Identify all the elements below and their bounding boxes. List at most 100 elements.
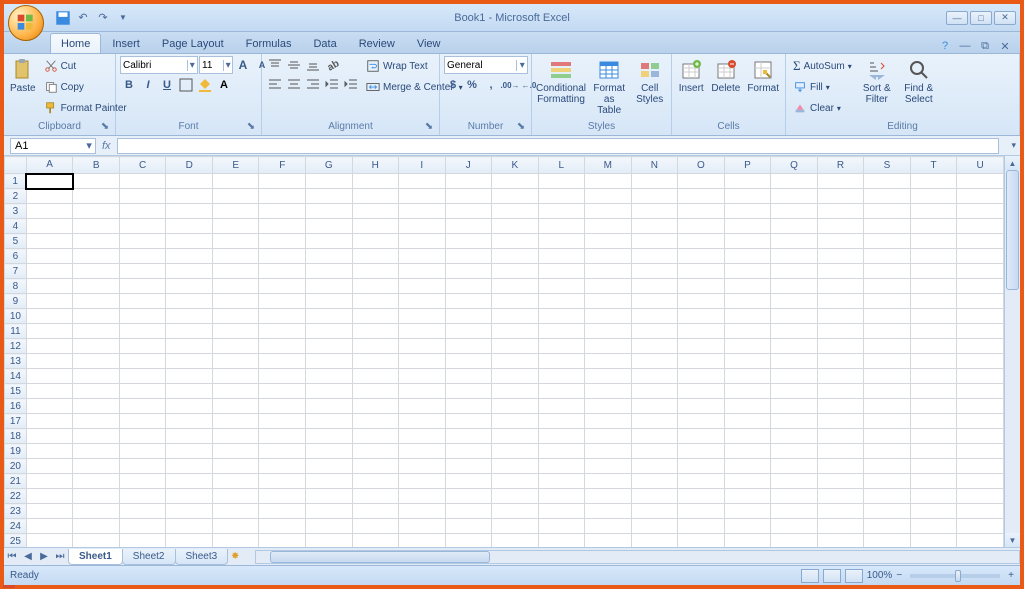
cell-L4[interactable] [538, 219, 585, 234]
cell-R23[interactable] [817, 504, 864, 519]
cell-Q7[interactable] [771, 264, 818, 279]
cell-P4[interactable] [724, 219, 771, 234]
cell-E25[interactable] [212, 534, 259, 548]
cell-G6[interactable] [306, 249, 353, 264]
cell-P16[interactable] [724, 399, 771, 414]
cell-D4[interactable] [166, 219, 213, 234]
cell-P20[interactable] [724, 459, 771, 474]
cell-M14[interactable] [585, 369, 632, 384]
cell-D21[interactable] [166, 474, 213, 489]
cell-A2[interactable] [26, 189, 73, 204]
cell-I14[interactable] [399, 369, 445, 384]
cell-H17[interactable] [352, 414, 399, 429]
cell-D14[interactable] [166, 369, 213, 384]
sort-filter-button[interactable]: Sort & Filter [858, 56, 896, 107]
cell-F22[interactable] [259, 489, 306, 504]
cell-P8[interactable] [724, 279, 771, 294]
cell-J20[interactable] [445, 459, 492, 474]
cell-Q22[interactable] [771, 489, 818, 504]
cell-Q23[interactable] [771, 504, 818, 519]
cell-B22[interactable] [73, 489, 120, 504]
cell-J16[interactable] [445, 399, 492, 414]
cell-T21[interactable] [910, 474, 957, 489]
cell-D24[interactable] [166, 519, 213, 534]
column-header-R[interactable]: R [817, 157, 864, 174]
cell-A24[interactable] [26, 519, 73, 534]
cell-H21[interactable] [352, 474, 399, 489]
cell-O13[interactable] [678, 354, 725, 369]
cell-H19[interactable] [352, 444, 399, 459]
alignment-launcher[interactable]: ⬊ [423, 121, 435, 133]
cell-L11[interactable] [538, 324, 585, 339]
cell-T22[interactable] [910, 489, 957, 504]
page-break-view-button[interactable] [845, 569, 863, 583]
normal-view-button[interactable] [801, 569, 819, 583]
cell-B11[interactable] [73, 324, 120, 339]
cell-P6[interactable] [724, 249, 771, 264]
cell-O2[interactable] [678, 189, 725, 204]
redo-button[interactable]: ↷ [94, 9, 112, 27]
cell-O14[interactable] [678, 369, 725, 384]
cell-F3[interactable] [259, 204, 306, 219]
cell-A18[interactable] [26, 429, 73, 444]
cell-K17[interactable] [492, 414, 539, 429]
cell-F14[interactable] [259, 369, 306, 384]
row-header-20[interactable]: 20 [5, 459, 27, 474]
cell-N8[interactable] [631, 279, 678, 294]
chevron-down-icon[interactable]: ▾ [223, 60, 232, 71]
cell-D10[interactable] [166, 309, 213, 324]
cell-S23[interactable] [864, 504, 911, 519]
cell-U12[interactable] [957, 339, 1004, 354]
cell-Q5[interactable] [771, 234, 818, 249]
cell-K20[interactable] [492, 459, 539, 474]
cell-R21[interactable] [817, 474, 864, 489]
cell-F23[interactable] [259, 504, 306, 519]
cell-D15[interactable] [166, 384, 213, 399]
row-header-14[interactable]: 14 [5, 369, 27, 384]
cell-T3[interactable] [910, 204, 957, 219]
cell-C8[interactable] [119, 279, 166, 294]
cell-H11[interactable] [352, 324, 399, 339]
cell-J13[interactable] [445, 354, 492, 369]
cell-L15[interactable] [538, 384, 585, 399]
cell-K4[interactable] [492, 219, 539, 234]
cell-U8[interactable] [957, 279, 1004, 294]
cell-D17[interactable] [166, 414, 213, 429]
cell-B20[interactable] [73, 459, 120, 474]
cell-A17[interactable] [26, 414, 73, 429]
cell-P15[interactable] [724, 384, 771, 399]
cell-M13[interactable] [585, 354, 632, 369]
cell-D8[interactable] [166, 279, 213, 294]
cell-R14[interactable] [817, 369, 864, 384]
cell-I15[interactable] [399, 384, 445, 399]
page-layout-view-button[interactable] [823, 569, 841, 583]
cell-N22[interactable] [631, 489, 678, 504]
cell-O22[interactable] [678, 489, 725, 504]
cell-E15[interactable] [212, 384, 259, 399]
cell-I19[interactable] [399, 444, 445, 459]
cell-L2[interactable] [538, 189, 585, 204]
row-header-1[interactable]: 1 [5, 174, 27, 189]
cell-B8[interactable] [73, 279, 120, 294]
cell-C21[interactable] [119, 474, 166, 489]
name-box-input[interactable] [11, 140, 83, 152]
cell-P12[interactable] [724, 339, 771, 354]
sheet-tab-1[interactable]: Sheet1 [68, 549, 123, 565]
delete-cells-button[interactable]: Delete [709, 56, 742, 96]
column-header-O[interactable]: O [678, 157, 725, 174]
cell-Q2[interactable] [771, 189, 818, 204]
cell-J19[interactable] [445, 444, 492, 459]
cell-J22[interactable] [445, 489, 492, 504]
cell-B17[interactable] [73, 414, 120, 429]
cell-H18[interactable] [352, 429, 399, 444]
cell-F16[interactable] [259, 399, 306, 414]
cell-N10[interactable] [631, 309, 678, 324]
cell-R8[interactable] [817, 279, 864, 294]
column-header-P[interactable]: P [724, 157, 771, 174]
cell-F5[interactable] [259, 234, 306, 249]
cell-J11[interactable] [445, 324, 492, 339]
column-header-N[interactable]: N [631, 157, 678, 174]
paste-button[interactable]: Paste [8, 56, 38, 96]
cell-L22[interactable] [538, 489, 585, 504]
cell-A20[interactable] [26, 459, 73, 474]
